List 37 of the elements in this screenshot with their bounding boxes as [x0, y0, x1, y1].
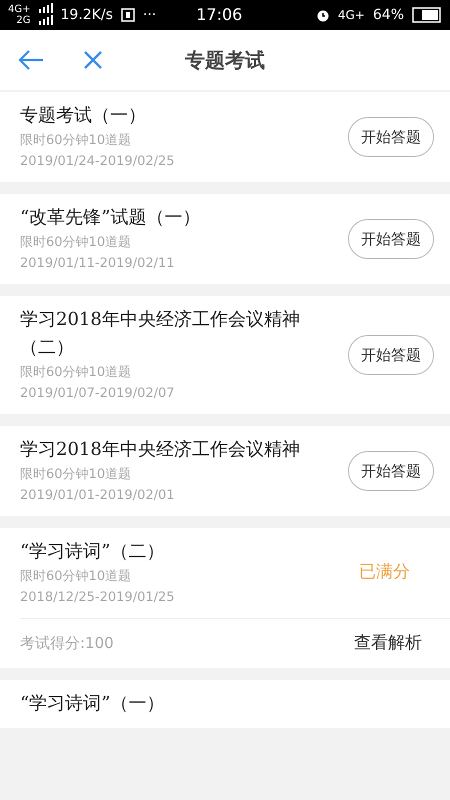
time-limit: 限时60分钟10道题 — [20, 132, 132, 150]
alarm-icon — [316, 8, 330, 22]
exam-title: “学习诗词”（一） — [20, 692, 166, 716]
date-range: 2018/12/25-2019/01/25 — [20, 589, 176, 607]
date-range: 2019/01/01-2019/02/01 — [20, 487, 176, 505]
back-icon — [17, 49, 45, 71]
exam-title: 专题考试（一） — [20, 104, 147, 128]
view-analysis-link[interactable]: 查看解析 — [354, 630, 422, 656]
start-button[interactable]: 开始答题 — [348, 335, 434, 375]
network-label: 4G+ — [8, 4, 30, 15]
battery-percent: 64% — [372, 6, 404, 24]
time-limit: 限时60分钟10道题 — [20, 364, 132, 382]
signal-icon — [38, 3, 52, 27]
exam-title: “学习诗词”（二） — [20, 540, 166, 564]
more-indicator: ··· — [142, 6, 156, 24]
start-button[interactable]: 开始答题 — [348, 117, 434, 157]
battery-icon — [412, 7, 442, 23]
notification-icon — [120, 8, 135, 22]
exam-title: 学习2018年中央经济工作会议精神（二） — [20, 308, 301, 360]
exam-title: 学习2018年中央经济工作会议精神 — [20, 438, 301, 462]
time-limit: 限时60分钟10道题 — [20, 466, 132, 484]
clock: 17:06 — [196, 4, 242, 26]
close-icon — [83, 50, 103, 70]
network-label: 2G — [16, 15, 30, 26]
exam-score: 考试得分:100 — [20, 633, 114, 654]
time-limit: 限时60分钟10道题 — [20, 568, 132, 586]
network-label: 4G+ — [338, 7, 365, 24]
date-range: 2019/01/07-2019/02/07 — [20, 385, 176, 403]
start-button[interactable]: 开始答题 — [348, 219, 434, 259]
exam-title: “改革先锋”试题（一） — [20, 206, 202, 230]
time-limit: 限时60分钟10道题 — [20, 234, 132, 252]
network-speed: 19.2K/s — [60, 6, 113, 24]
start-button[interactable]: 开始答题 — [348, 451, 434, 491]
full-score-label: 已满分 — [359, 561, 411, 584]
date-range: 2019/01/24-2019/02/25 — [20, 153, 176, 171]
page-title: 专题考试 — [185, 47, 265, 74]
date-range: 2019/01/11-2019/02/11 — [20, 255, 176, 273]
